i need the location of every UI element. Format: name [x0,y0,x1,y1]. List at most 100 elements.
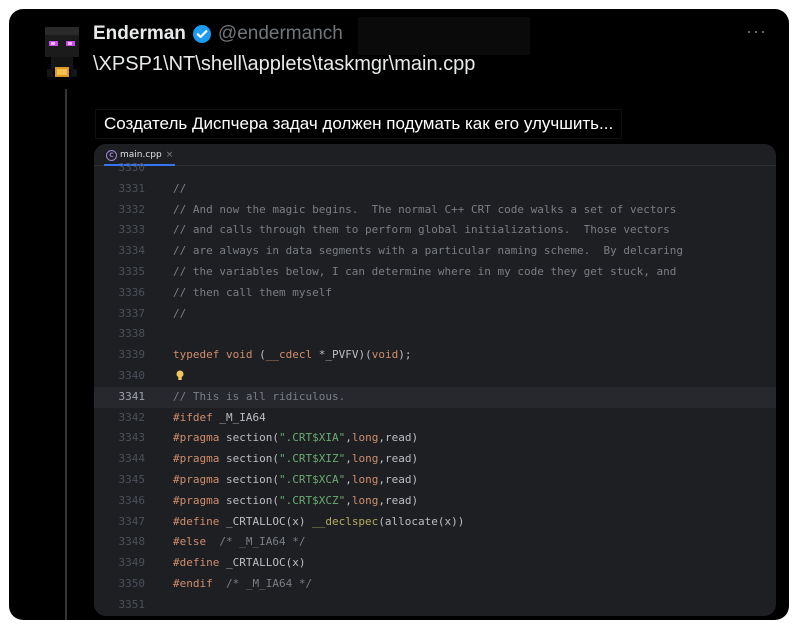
line-number: 3338 [118,327,146,341]
code-text: // are always in data segments with a pa… [173,241,683,262]
code-token: long [351,452,379,466]
line-number: 3340 [118,369,146,382]
code-text: #else /* _M_IA64 */ [173,532,305,553]
code-token: , [345,452,352,466]
line-number: 3332 [118,202,146,216]
line-number: 3351 [118,597,146,611]
code-text: // [173,179,186,200]
code-token: *_PVFV)( [312,348,372,362]
line-number: 3345 [118,473,146,486]
code-token: // [173,306,187,320]
line-number: 3343 [118,431,146,445]
verified-badge-icon [192,24,212,44]
code-token: // [173,181,187,195]
handle[interactable]: @endermanch [218,23,343,45]
code-token: section( [219,493,279,507]
line-number: 3335 [118,265,146,278]
code-text: // then call them myself [173,283,332,304]
tweet-card: Enderman @endermanch ··· \XPSP1\NT\shell… [9,9,789,620]
code-line: 3331 // [94,179,776,200]
code-line: 3349 #define _CRTALLOC(x) [94,553,776,574]
code-text: // [173,304,186,325]
code-token: ".CRT$XIA" [278,431,346,445]
line-number: 3336 [118,285,146,299]
code-token: #endif [173,577,213,590]
more-options-icon[interactable]: ··· [746,21,767,42]
code-token: // This is all ridiculous. [173,389,346,403]
code-token: #pragma [173,452,220,466]
code-line: 3350 #endif /* _M_IA64 */ [94,574,776,595]
code-token: // the variables below, I can determine … [173,265,677,278]
code-token: ".CRT$XCA" [278,473,346,486]
display-name[interactable]: Enderman [93,23,186,45]
code-line: 3348 #else /* _M_IA64 */ [94,532,776,553]
code-text: // And now the magic begins. The normal … [173,200,676,221]
code-text: // the variables below, I can determine … [173,262,676,283]
code-line: 3337 // [94,304,776,325]
line-number: 3348 [118,535,146,549]
line-number: 3347 [118,514,146,528]
code-token: // are always in data segments with a pa… [173,244,683,258]
code-line: 3333 // and calls through them to perform… [94,220,776,241]
code-token: , [345,431,352,445]
code-token: _CRTALLOC(x) [219,514,313,528]
code-line: 3342 #ifdef _M_IA64 [94,408,776,429]
code-token: long [351,493,379,507]
code-token: #pragma [173,431,220,445]
code-token: long [351,473,379,486]
code-token: __cdecl [265,348,313,362]
code-line: 3339 typedef void (__cdecl *_PVFV)(void); [94,345,776,366]
code-token: __declspec [312,514,379,528]
code-token: section( [219,431,279,445]
code-token: // and calls through them to perform glo… [173,223,670,237]
code-token: (allocate(x)) [378,514,465,528]
code-line: 3346 #pragma section(".CRT$XCZ",long,read… [94,491,776,512]
code-screenshot[interactable]: C main.cpp × 3330 3331//3332// And now th… [94,144,776,616]
lightbulb-icon[interactable] [176,370,184,381]
tweet-text: \XPSP1\NT\shell\applets\taskmgr\main.cpp [93,53,476,75]
code-token: long [351,431,379,445]
code-token: ,read) [378,452,419,466]
line-number: 3341 [118,389,146,403]
code-text: typedef void (__cdecl *_PVFV)(void); [173,345,411,366]
code-token: _CRTALLOC(x) [219,556,306,570]
code-token: #pragma [173,473,220,486]
code-token: #define [173,556,220,570]
avatar[interactable] [37,23,87,81]
code-line: 3338 [94,324,776,345]
code-token: ,read) [378,493,419,507]
code-line: 3340 [94,366,776,387]
image-caption: Создатель Диспчера задач должен подумать… [95,109,623,139]
code-token: _M_IA64 [212,410,266,424]
line-number: 3342 [118,410,146,424]
code-token: void [225,348,260,362]
code-line: 3341 // This is all ridiculous. [94,386,776,408]
line-number: 3350 [118,577,146,590]
code-line: 3335 // the variables below, I can determ… [94,262,776,283]
code-token: // And now the magic begins. The normal … [173,202,677,216]
thread-line [65,89,67,620]
code-token: void [371,348,399,362]
code-token: /* _M_IA64 */ [212,577,313,590]
code-token: #else [173,535,207,549]
line-number: 3349 [118,556,146,570]
line-number: 3346 [118,493,146,507]
code-line: 3345 #pragma section(".CRT$XCA",long,read… [94,470,776,491]
code-token: // then call them myself [173,285,332,299]
line-number: 3331 [118,181,146,195]
code-line: 3332 // And now the magic begins. The nor… [94,200,776,221]
code-token: typedef [173,348,226,362]
code-line: 3336 // then call them myself [94,283,776,304]
code-text: #define _CRTALLOC(x) __declspec(allocate… [173,512,464,533]
code-token: ,read) [378,431,419,445]
line-number: 3334 [118,244,146,258]
code-token: /* _M_IA64 */ [206,535,306,549]
code-token: #define [173,514,220,528]
line-number: 3330 [118,161,146,174]
code-line: 3344 #pragma section(".CRT$XIZ",long,read… [94,449,776,470]
code-token: section( [219,452,279,466]
code-text: #define _CRTALLOC(x) [173,553,305,574]
code-text: // and calls through them to perform glo… [173,220,670,241]
line-number: 3344 [118,452,146,466]
code-token: ); [398,348,412,362]
